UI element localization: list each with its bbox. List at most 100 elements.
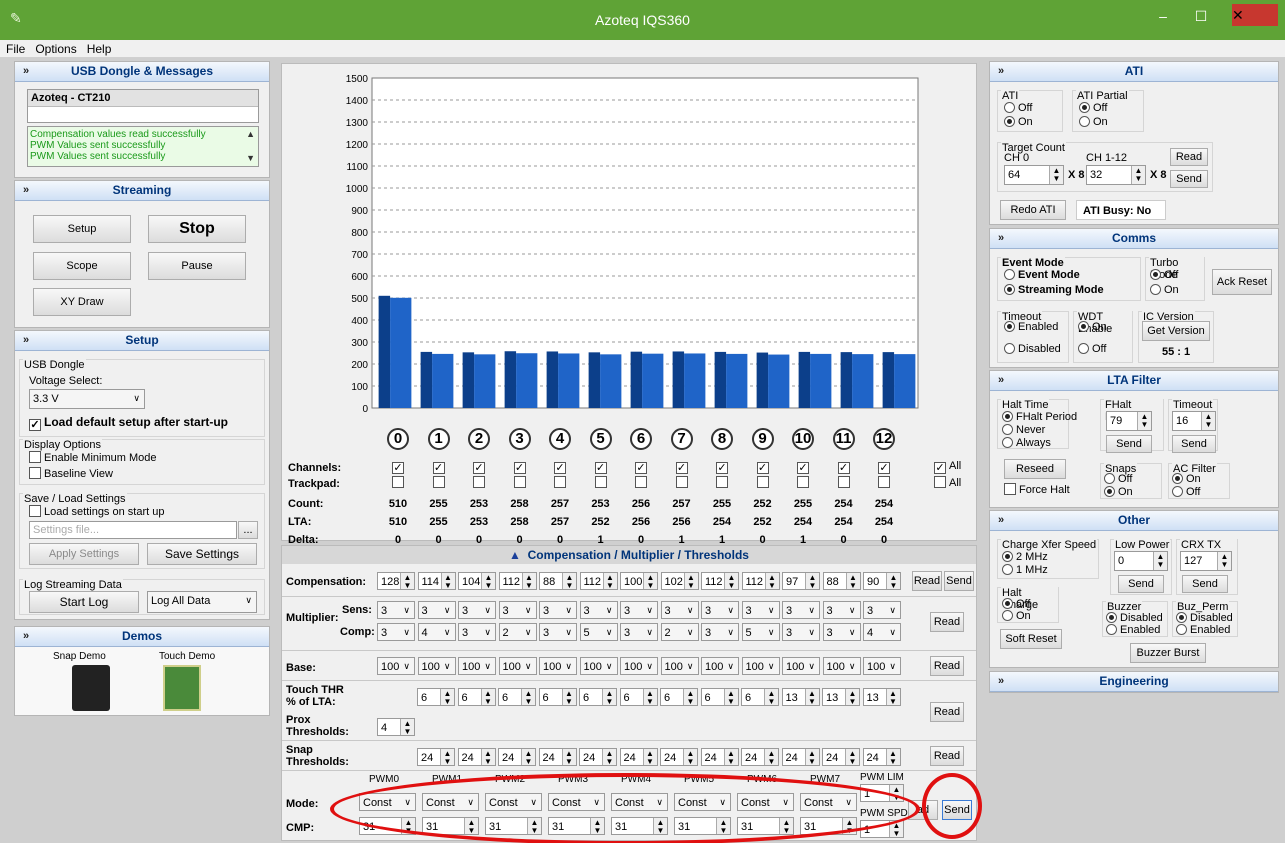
trackpad-checkbox[interactable] bbox=[473, 476, 488, 489]
sens-select[interactable]: 3 ∨ bbox=[863, 601, 901, 619]
buzzer-enabled-radio[interactable]: Enabled bbox=[1106, 624, 1160, 636]
ati-read-button[interactable]: Read bbox=[1170, 148, 1208, 166]
compensation-header[interactable]: ▲ Compensation / Multiplier / Thresholds bbox=[282, 546, 976, 564]
comms-panel-header[interactable]: » Comms bbox=[990, 229, 1278, 249]
snap-read-button[interactable]: Read bbox=[930, 746, 964, 766]
snap-threshold-spinner[interactable]: 24 ▲ ▼ bbox=[579, 748, 617, 766]
base-select[interactable]: 100 ∨ bbox=[782, 657, 820, 675]
sens-select[interactable]: 3 ∨ bbox=[701, 601, 739, 619]
base-select[interactable]: 100 ∨ bbox=[458, 657, 496, 675]
buzperm-enabled-radio[interactable]: Enabled bbox=[1176, 624, 1230, 636]
get-version-button[interactable]: Get Version bbox=[1142, 321, 1210, 341]
lta-timeout-send-button[interactable]: Send bbox=[1172, 435, 1216, 453]
menu-options[interactable]: Options bbox=[29, 40, 80, 56]
touch-thr-spinner[interactable]: 6 ▲ ▼ bbox=[538, 688, 577, 706]
sens-select[interactable]: 3 ∨ bbox=[579, 601, 618, 619]
ac-on-radio[interactable]: On bbox=[1172, 473, 1201, 485]
channel-checkbox[interactable]: ✓ bbox=[554, 460, 569, 474]
touch-demo-board-icon[interactable] bbox=[163, 665, 201, 711]
lta-timeout-spinner[interactable]: 16 ▲ ▼ bbox=[1172, 411, 1216, 431]
base-select[interactable]: 100 ∨ bbox=[498, 657, 537, 675]
comp-select[interactable]: 5 ∨ bbox=[741, 623, 780, 641]
channel-checkbox[interactable]: ✓ bbox=[513, 460, 529, 474]
snap-threshold-spinner[interactable]: 24 ▲ ▼ bbox=[700, 748, 739, 766]
never-radio[interactable]: Never bbox=[1002, 424, 1045, 436]
comp-select[interactable]: 2 ∨ bbox=[498, 623, 537, 641]
trackpad-checkbox[interactable] bbox=[797, 476, 812, 489]
maximize-button[interactable]: ☐ bbox=[1184, 6, 1218, 28]
ac-off-radio[interactable]: Off bbox=[1172, 486, 1200, 498]
touch-thr-spinner[interactable]: 6 ▲ ▼ bbox=[700, 688, 739, 706]
base-select[interactable]: 100 ∨ bbox=[377, 657, 415, 675]
touch-thr-spinner[interactable]: 13 ▲ ▼ bbox=[822, 688, 860, 706]
setup-panel-header[interactable]: » Setup bbox=[15, 331, 269, 351]
compensation-send-button[interactable]: Send bbox=[944, 571, 974, 591]
xy-draw-button[interactable]: XY Draw bbox=[33, 288, 131, 316]
ack-reset-button[interactable]: Ack Reset bbox=[1212, 269, 1272, 295]
channel-checkbox[interactable]: ✓ bbox=[797, 460, 812, 474]
turbo-on-radio[interactable]: On bbox=[1150, 284, 1179, 296]
trackpad-checkbox[interactable] bbox=[837, 476, 853, 489]
comp-select[interactable]: 3 ∨ bbox=[620, 623, 658, 641]
browse-button[interactable]: ... bbox=[238, 521, 258, 539]
trackpad-checkbox[interactable] bbox=[635, 476, 650, 489]
snaps-off-radio[interactable]: Off bbox=[1104, 473, 1132, 485]
snap-threshold-spinner[interactable]: 24 ▲ ▼ bbox=[619, 748, 658, 766]
compensation-spinner[interactable]: 112 ▲ ▼ bbox=[701, 572, 739, 590]
demos-panel-header[interactable]: » Demos bbox=[15, 627, 269, 647]
channel-checkbox[interactable]: ✓ bbox=[716, 460, 731, 474]
touch-thr-spinner[interactable]: 6 ▲ ▼ bbox=[741, 688, 779, 706]
compensation-spinner[interactable]: 114 ▲ ▼ bbox=[417, 572, 456, 590]
sens-select[interactable]: 3 ∨ bbox=[417, 601, 456, 619]
sens-select[interactable]: 3 ∨ bbox=[498, 601, 537, 619]
snaps-on-radio[interactable]: On bbox=[1104, 486, 1133, 498]
target-ch112-spinner[interactable]: 32 ▲ ▼ bbox=[1086, 165, 1146, 185]
low-power-send-button[interactable]: Send bbox=[1118, 575, 1164, 593]
snap-threshold-spinner[interactable]: 24 ▲ ▼ bbox=[822, 748, 860, 766]
streaming-mode-radio[interactable]: Streaming Mode bbox=[1004, 284, 1104, 296]
compensation-spinner[interactable]: 112 ▲ ▼ bbox=[741, 572, 780, 590]
base-select[interactable]: 100 ∨ bbox=[822, 657, 861, 675]
touch-thr-spinner[interactable]: 6 ▲ ▼ bbox=[619, 688, 658, 706]
sens-select[interactable]: 3 ∨ bbox=[620, 601, 658, 619]
compensation-spinner[interactable]: 97 ▲ ▼ bbox=[782, 572, 820, 590]
trackpad-checkbox[interactable] bbox=[392, 476, 407, 489]
touch-thr-spinner[interactable]: 6 ▲ ▼ bbox=[579, 688, 617, 706]
comp-select[interactable]: 4 ∨ bbox=[417, 623, 456, 641]
compensation-spinner[interactable]: 88 ▲ ▼ bbox=[822, 572, 861, 590]
wdt-on-radio[interactable]: On bbox=[1078, 321, 1107, 333]
ati-panel-header[interactable]: » ATI bbox=[990, 62, 1278, 82]
apply-settings-button[interactable]: Apply Settings bbox=[29, 543, 139, 565]
timeout-enabled-radio[interactable]: Enabled bbox=[1004, 321, 1058, 333]
comp-select[interactable]: 4 ∨ bbox=[863, 623, 901, 641]
force-halt-checkbox[interactable]: Force Halt bbox=[1004, 483, 1070, 496]
touch-thr-spinner[interactable]: 6 ▲ ▼ bbox=[457, 688, 496, 706]
snap-threshold-spinner[interactable]: 24 ▲ ▼ bbox=[538, 748, 577, 766]
usb-panel-header[interactable]: » USB Dongle & Messages bbox=[15, 62, 269, 82]
sens-select[interactable]: 3 ∨ bbox=[782, 601, 820, 619]
trackpad-checkbox[interactable] bbox=[716, 476, 731, 489]
fhalt-period-radio[interactable]: FHalt Period bbox=[1002, 411, 1077, 423]
base-select[interactable]: 100 ∨ bbox=[660, 657, 699, 675]
base-select[interactable]: 100 ∨ bbox=[417, 657, 456, 675]
ati-on-radio[interactable]: On bbox=[1004, 116, 1033, 128]
buzzer-burst-button[interactable]: Buzzer Burst bbox=[1130, 643, 1206, 663]
snap-threshold-spinner[interactable]: 24 ▲ ▼ bbox=[862, 748, 901, 766]
trackpad-checkbox[interactable] bbox=[878, 476, 893, 489]
compensation-spinner[interactable]: 90 ▲ ▼ bbox=[863, 572, 901, 590]
channel-checkbox[interactable]: ✓ bbox=[432, 460, 448, 474]
engineering-panel-header[interactable]: » Engineering bbox=[990, 672, 1278, 692]
channel-checkbox[interactable]: ✓ bbox=[675, 460, 691, 474]
channel-checkbox[interactable]: ✓ bbox=[635, 460, 650, 474]
menu-help[interactable]: Help bbox=[81, 40, 116, 56]
compensation-spinner[interactable]: 112 ▲ ▼ bbox=[498, 572, 537, 590]
scope-button[interactable]: Scope bbox=[33, 252, 131, 280]
comp-select[interactable]: 2 ∨ bbox=[660, 623, 699, 641]
comp-select[interactable]: 5 ∨ bbox=[579, 623, 618, 641]
trackpad-checkbox[interactable] bbox=[756, 476, 772, 489]
menu-file[interactable]: File bbox=[0, 40, 29, 56]
sens-select[interactable]: 3 ∨ bbox=[458, 601, 496, 619]
base-select[interactable]: 100 ∨ bbox=[863, 657, 901, 675]
start-log-button[interactable]: Start Log bbox=[29, 591, 139, 613]
voltage-select[interactable]: 3.3 V ∨ bbox=[29, 389, 145, 409]
